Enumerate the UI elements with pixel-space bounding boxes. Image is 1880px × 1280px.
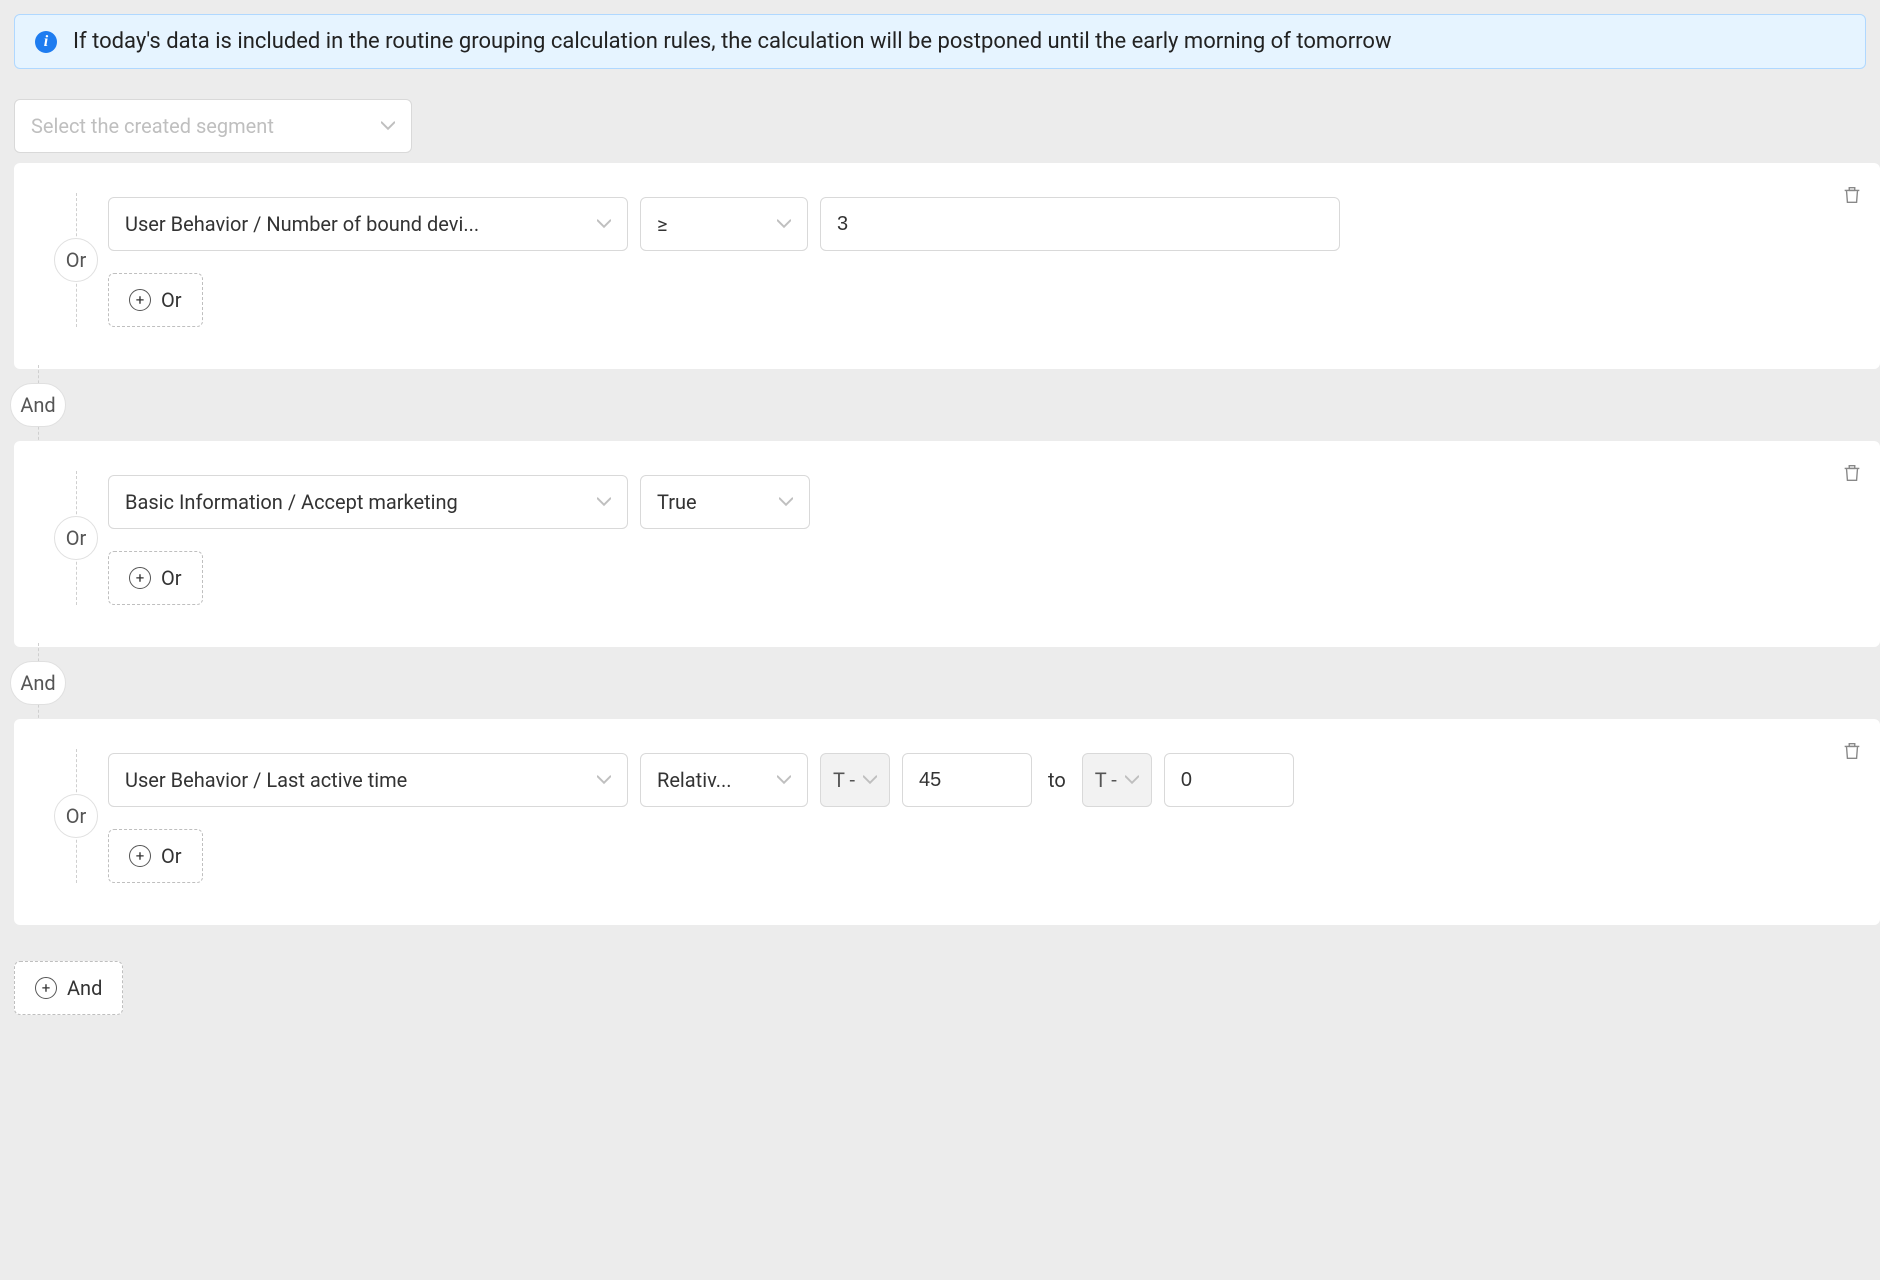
- chevron-down-icon: [779, 490, 793, 514]
- add-or-condition-button[interactable]: + Or: [108, 551, 203, 605]
- and-operator-badge[interactable]: And: [10, 383, 66, 427]
- comparator-select[interactable]: ≥: [640, 197, 808, 251]
- from-prefix-label: T -: [833, 768, 855, 792]
- attribute-select[interactable]: User Behavior / Last active time: [108, 753, 628, 807]
- chevron-down-icon: [381, 114, 395, 138]
- info-icon: i: [35, 31, 57, 53]
- rule-group: Or User Behavior / Number of bound devi.…: [14, 163, 1880, 369]
- plus-circle-icon: +: [129, 845, 151, 867]
- attribute-label: User Behavior / Last active time: [125, 768, 583, 792]
- to-prefix-label: T -: [1095, 768, 1117, 792]
- add-or-label: Or: [161, 566, 182, 590]
- to-offset-prefix[interactable]: T -: [1082, 753, 1152, 807]
- bool-value-select[interactable]: True: [640, 475, 810, 529]
- and-operator-badge[interactable]: And: [10, 661, 66, 705]
- condition-row: Basic Information / Accept marketing Tru…: [108, 471, 1858, 551]
- from-value-input[interactable]: [902, 753, 1032, 807]
- or-operator-badge[interactable]: Or: [54, 238, 98, 282]
- mode-select[interactable]: Relativ...: [640, 753, 808, 807]
- value-input[interactable]: [820, 197, 1340, 251]
- add-or-label: Or: [161, 288, 182, 312]
- mode-label: Relativ...: [657, 768, 732, 792]
- to-value-input[interactable]: [1164, 753, 1294, 807]
- or-operator-badge[interactable]: Or: [54, 516, 98, 560]
- attribute-label: Basic Information / Accept marketing: [125, 490, 583, 514]
- segment-select[interactable]: Select the created segment: [14, 99, 412, 153]
- comparator-label: ≥: [657, 212, 667, 236]
- segment-select-placeholder: Select the created segment: [31, 114, 274, 138]
- attribute-select[interactable]: User Behavior / Number of bound devi...: [108, 197, 628, 251]
- group-connector: And: [14, 647, 1880, 719]
- or-operator-badge[interactable]: Or: [54, 794, 98, 838]
- attribute-select[interactable]: Basic Information / Accept marketing: [108, 475, 628, 529]
- plus-circle-icon: +: [129, 289, 151, 311]
- chevron-down-icon: [777, 768, 791, 792]
- bool-value-label: True: [657, 490, 697, 514]
- chevron-down-icon: [1125, 768, 1139, 792]
- condition-row: User Behavior / Number of bound devi... …: [108, 193, 1858, 273]
- rule-group: Or User Behavior / Last active time Rela…: [14, 719, 1880, 925]
- plus-circle-icon: +: [129, 567, 151, 589]
- rule-group: Or Basic Information / Accept marketing …: [14, 441, 1880, 647]
- condition-row: User Behavior / Last active time Relativ…: [108, 749, 1858, 829]
- chevron-down-icon: [597, 212, 611, 236]
- chevron-down-icon: [597, 490, 611, 514]
- chevron-down-icon: [777, 212, 791, 236]
- plus-circle-icon: +: [35, 977, 57, 999]
- group-connector: And: [14, 369, 1880, 441]
- info-alert: i If today's data is included in the rou…: [14, 14, 1866, 69]
- chevron-down-icon: [863, 768, 877, 792]
- chevron-down-icon: [597, 768, 611, 792]
- rule-groups: Or User Behavior / Number of bound devi.…: [14, 163, 1880, 1015]
- alert-text: If today's data is included in the routi…: [73, 29, 1391, 54]
- from-offset-prefix[interactable]: T -: [820, 753, 890, 807]
- add-and-group-button[interactable]: + And: [14, 961, 123, 1015]
- add-or-label: Or: [161, 844, 182, 868]
- add-or-condition-button[interactable]: + Or: [108, 273, 203, 327]
- attribute-label: User Behavior / Number of bound devi...: [125, 212, 583, 236]
- to-label: to: [1044, 768, 1070, 792]
- add-or-condition-button[interactable]: + Or: [108, 829, 203, 883]
- add-and-label: And: [67, 976, 102, 1000]
